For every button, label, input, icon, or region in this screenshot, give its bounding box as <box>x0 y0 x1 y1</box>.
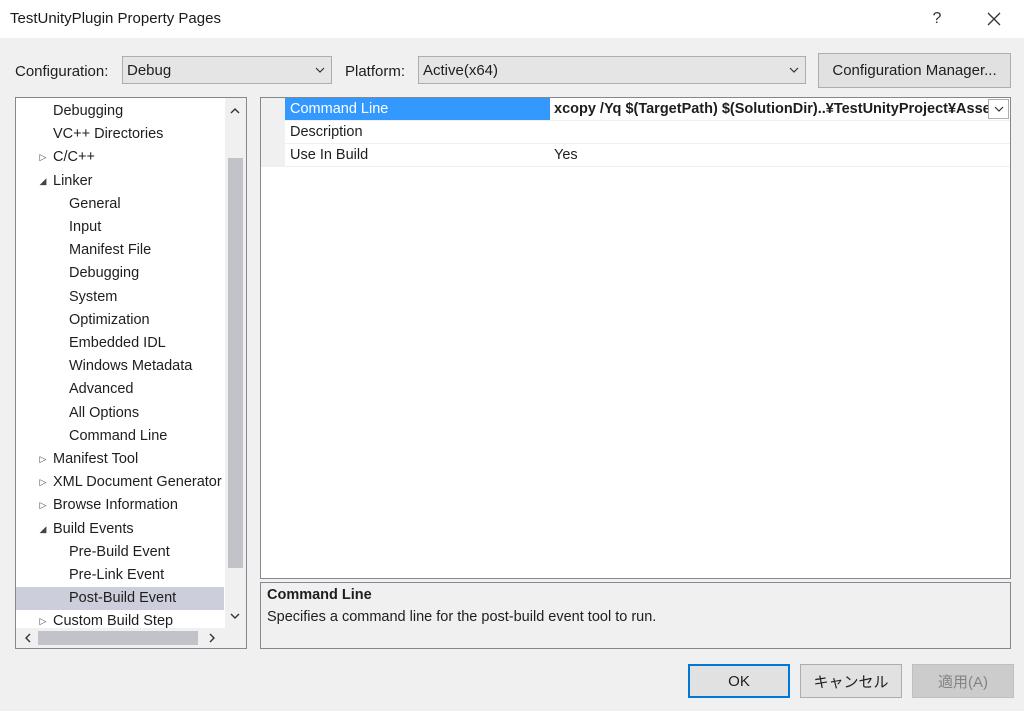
tree-item-pre-link-event[interactable]: Pre-Link Event <box>16 564 224 587</box>
tree-item-pre-build-event[interactable]: Pre-Build Event <box>16 541 224 564</box>
scrollbar-corner <box>225 628 246 648</box>
tree-item-label: Browse Information <box>53 497 178 514</box>
property-name[interactable]: Description <box>285 121 550 143</box>
tree-item-label: Debugging <box>53 103 124 119</box>
tree-item-debugging[interactable]: Debugging <box>16 100 224 123</box>
grid-row-description[interactable]: Description <box>261 121 1010 144</box>
tree-item-post-build-event[interactable]: Post-Build Event <box>16 587 224 611</box>
platform-select[interactable]: Active(x64) <box>418 56 806 84</box>
platform-value: Active(x64) <box>423 61 499 79</box>
property-name[interactable]: Command Line <box>285 98 550 120</box>
expanded-arrow-icon[interactable]: ◢ <box>37 170 49 193</box>
tree-horizontal-scrollbar[interactable] <box>16 628 225 648</box>
property-tree: Debugging VC++ Directories ▷ C/C++ ◢ Linker Ge… <box>15 97 247 649</box>
tree-item-label: General <box>69 195 121 212</box>
tree-vertical-scrollbar[interactable] <box>225 98 246 628</box>
tree-item-label: Input <box>69 219 102 235</box>
scroll-right-icon[interactable] <box>204 630 220 646</box>
collapsed-arrow-icon[interactable]: ▷ <box>37 448 49 471</box>
expanded-arrow-icon[interactable]: ◢ <box>37 518 49 541</box>
tree-item-optimization[interactable]: Optimization <box>16 309 224 332</box>
tree-item-label: Optimization <box>69 311 150 328</box>
scroll-up-icon[interactable] <box>227 102 243 118</box>
configuration-label: Configuration: <box>15 63 109 80</box>
grid-row-use-in-build[interactable]: Use In Build Yes <box>261 144 1010 167</box>
tree-item-label: XML Document Generator <box>53 474 222 491</box>
chevron-down-icon <box>789 67 799 73</box>
tree-item-label: VC++ Directories <box>53 126 164 143</box>
platform-label: Platform: <box>345 63 406 80</box>
close-icon <box>987 12 1001 26</box>
scroll-down-icon[interactable] <box>227 608 243 624</box>
tree-item-browse-information[interactable]: ▷ Browse Information <box>16 494 224 517</box>
tree-vertical-scroll-thumb[interactable] <box>228 158 243 568</box>
row-gutter <box>261 121 285 143</box>
property-value[interactable] <box>550 121 554 143</box>
tree-item-manifest-file[interactable]: Manifest File <box>16 239 224 262</box>
property-grid: Command Line xcopy /Yq $(TargetPath) $(S… <box>260 97 1011 579</box>
tree-item-general[interactable]: General <box>16 193 224 216</box>
configuration-select[interactable]: Debug <box>122 56 332 84</box>
tree-horizontal-scroll-thumb[interactable] <box>38 631 198 645</box>
scroll-left-icon[interactable] <box>19 630 35 646</box>
cancel-button[interactable]: キャンセル <box>800 664 902 698</box>
tree-item-label: Windows Metadata <box>69 358 193 375</box>
tree-item-linker[interactable]: ◢ Linker <box>16 170 224 193</box>
value-dropdown-button[interactable] <box>988 99 1009 119</box>
tree-item-input[interactable]: Input <box>16 216 224 239</box>
tree-item-command-line[interactable]: Command Line <box>16 425 224 448</box>
tree-item-label: C/C++ <box>53 149 95 166</box>
collapsed-arrow-icon[interactable]: ▷ <box>37 494 49 517</box>
description-text: Specifies a command line for the post-bu… <box>267 609 657 625</box>
property-value[interactable]: xcopy /Yq $(TargetPath) $(SolutionDir)..… <box>550 98 991 120</box>
apply-button[interactable]: 適用(A) <box>912 664 1014 698</box>
tree-item-label: Embedded IDL <box>69 335 166 351</box>
row-gutter <box>261 98 285 120</box>
tree-item-system[interactable]: System <box>16 286 224 309</box>
tree-item-label: Manifest Tool <box>53 451 139 467</box>
tree-item-custom-build-step[interactable]: ▷ Custom Build Step <box>16 610 224 628</box>
tree-item-label: Command Line <box>69 427 168 444</box>
tree-item-label: Custom Build Step <box>53 613 174 628</box>
configuration-manager-button[interactable]: Configuration Manager... <box>818 53 1011 88</box>
configuration-value: Debug <box>127 61 172 79</box>
tree-item-label: Pre-Build Event <box>69 543 170 560</box>
tree-item-label: Advanced <box>69 381 134 398</box>
tree-item-windows-metadata[interactable]: Windows Metadata <box>16 355 224 378</box>
tree-item-advanced[interactable]: Advanced <box>16 378 224 401</box>
description-title: Command Line <box>267 587 372 603</box>
tree-item-all-options[interactable]: All Options <box>16 402 224 425</box>
tree-list: Debugging VC++ Directories ▷ C/C++ ◢ Linker Ge… <box>16 98 224 628</box>
tree-item-label: Post-Build Event <box>69 590 177 607</box>
tree-item-build-events[interactable]: ◢ Build Events <box>16 518 224 541</box>
tree-item-debugging[interactable]: Debugging <box>16 262 224 285</box>
tree-item-label: All Options <box>69 404 140 421</box>
tree-item-label: Linker <box>53 172 93 189</box>
collapsed-arrow-icon[interactable]: ▷ <box>37 146 49 169</box>
tree-item-embedded-idl[interactable]: Embedded IDL <box>16 332 224 355</box>
row-gutter <box>261 144 285 166</box>
chevron-down-icon <box>315 67 325 73</box>
collapsed-arrow-icon[interactable]: ▷ <box>37 471 49 494</box>
tree-item-label: Manifest File <box>69 242 152 259</box>
tree-item-xml-document-generator[interactable]: ▷ XML Document Generator <box>16 471 224 494</box>
title-bar: TestUnityPlugin Property Pages ? <box>0 0 1024 38</box>
grid-row-command-line[interactable]: Command Line xcopy /Yq $(TargetPath) $(S… <box>261 98 1010 121</box>
close-button[interactable] <box>970 0 1018 38</box>
collapsed-arrow-icon[interactable]: ▷ <box>37 610 49 628</box>
tree-item-label: Build Events <box>53 520 134 537</box>
tree-item-label: Debugging <box>69 265 140 282</box>
property-value[interactable]: Yes <box>550 144 578 166</box>
tree-item-label: System <box>69 288 118 305</box>
tree-item-vc-directories[interactable]: VC++ Directories <box>16 123 224 146</box>
chevron-down-icon <box>994 106 1003 112</box>
tree-item-label: Pre-Link Event <box>69 567 165 583</box>
help-button[interactable]: ? <box>920 0 954 38</box>
window-title: TestUnityPlugin Property Pages <box>10 10 221 27</box>
description-panel: Command Line Specifies a command line fo… <box>260 582 1011 649</box>
tree-item-manifest-tool[interactable]: ▷ Manifest Tool <box>16 448 224 471</box>
ok-button[interactable]: OK <box>688 664 790 698</box>
property-name[interactable]: Use In Build <box>285 144 550 166</box>
tree-item-c-c[interactable]: ▷ C/C++ <box>16 146 224 169</box>
